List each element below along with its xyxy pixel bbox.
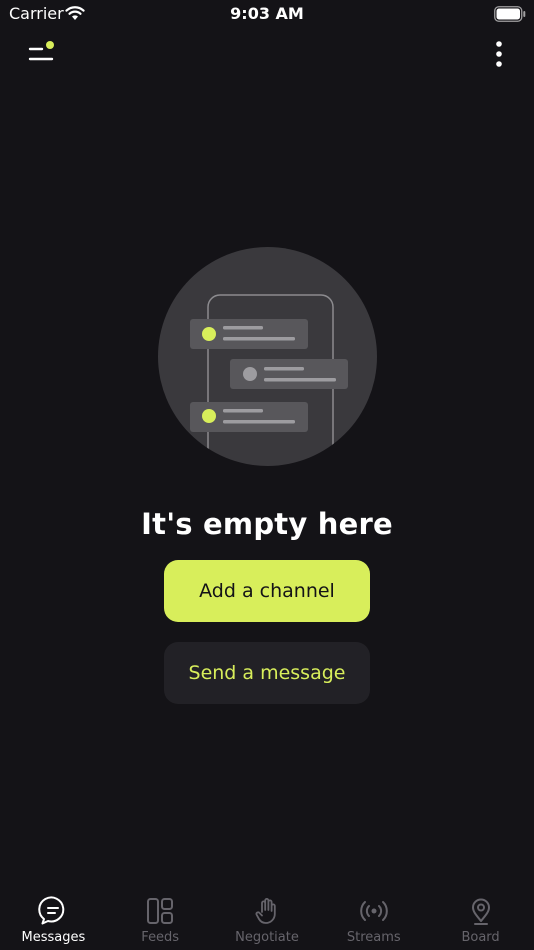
tab-label: Streams [346,930,401,945]
empty-state-title: It's empty here [141,507,393,541]
tab-label: Feeds [141,930,180,945]
status-time: 9:03 AM [230,4,304,23]
send-message-button[interactable]: Send a message [164,642,370,704]
hand-icon [255,898,276,924]
bottom-tab-bar: Messages Feeds Negotiate Streams Board [0,886,534,950]
tab-label: Board [461,930,500,945]
empty-chat-illustration [158,247,377,466]
more-vertical-icon[interactable] [494,40,504,70]
broadcast-icon [360,901,388,921]
tab-board[interactable]: Board [427,886,534,950]
menu-notification-icon[interactable] [28,40,58,66]
screen: Carrier 9:03 AM It's empty here Add a ch… [0,0,534,950]
tab-feeds[interactable]: Feeds [107,886,214,950]
map-pin-icon [471,898,490,925]
tab-label: Negotiate [235,930,299,945]
tab-streams[interactable]: Streams [320,886,427,950]
tab-negotiate[interactable]: Negotiate [214,886,321,950]
add-channel-button[interactable]: Add a channel [164,560,370,622]
tab-messages[interactable]: Messages [0,886,107,950]
battery-icon [494,6,526,22]
tab-label: Messages [21,930,86,945]
status-bar: Carrier 9:03 AM [0,0,534,30]
layout-grid-icon [147,898,174,924]
chat-bubble-icon [38,896,65,925]
